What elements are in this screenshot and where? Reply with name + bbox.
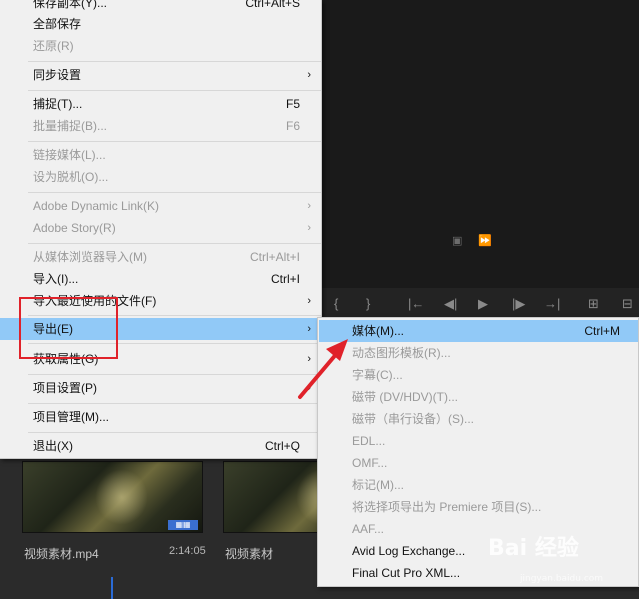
menu-item-project-settings[interactable]: 项目设置(P) › [0, 377, 321, 399]
menu-item-sync-settings[interactable]: 同步设置 › [0, 64, 321, 86]
submenu-item-label: 磁带（串行设备）(S)... [352, 412, 474, 426]
menu-item-adobe-story[interactable]: Adobe Story(R) › [0, 217, 321, 239]
menu-item-save-copy[interactable]: 保存副本(Y)... Ctrl+Alt+S [0, 0, 321, 14]
chevron-right-icon: › [307, 69, 311, 81]
submenu-item-label: 动态图形模板(R)... [352, 346, 451, 360]
submenu-item-shortcut: Ctrl+M [584, 324, 620, 338]
menu-item-shortcut: Ctrl+Alt+I [249, 250, 300, 264]
menu-separator [28, 403, 321, 404]
mark-out-icon[interactable]: } [366, 296, 370, 311]
submenu-item-label: 媒体(M)... [352, 324, 404, 338]
submenu-item-media[interactable]: 媒体(M)... Ctrl+M [319, 320, 638, 342]
go-to-in-icon[interactable]: |← [408, 296, 424, 311]
submenu-item-captions[interactable]: 字幕(C)... [319, 364, 638, 386]
submenu-item-export-selection-premiere[interactable]: 将选择项导出为 Premiere 项目(S)... [319, 496, 638, 518]
submenu-item-label: 标记(M)... [352, 478, 404, 492]
clip-name-2: 视频素材 [225, 547, 274, 561]
monitor-settings-icon[interactable]: ▣ [452, 234, 462, 247]
go-to-out-icon[interactable]: →| [544, 296, 560, 311]
menu-item-label: 退出(X) [33, 439, 73, 453]
export-submenu: 媒体(M)... Ctrl+M 动态图形模板(R)... 字幕(C)... 磁带… [317, 317, 639, 587]
chevron-right-icon: › [307, 295, 311, 307]
chevron-right-icon: › [307, 353, 311, 365]
menu-separator [28, 374, 321, 375]
playhead-line [111, 577, 113, 599]
submenu-item-edl[interactable]: EDL... [319, 430, 638, 452]
menu-item-import[interactable]: 导入(I)... Ctrl+I [0, 268, 321, 290]
file-menu: 保存副本(Y)... Ctrl+Alt+S 全部保存 还原(R) 同步设置 › … [0, 0, 322, 459]
baidu-watermark-logo: Bai 经验 [488, 536, 579, 561]
baidu-watermark-url: jingyan.baidu.com [520, 574, 604, 584]
menu-item-label: 导入(I)... [33, 272, 79, 286]
menu-item-label: 链接媒体(L)... [33, 148, 106, 162]
menu-item-label: 项目设置(P) [33, 381, 97, 395]
submenu-item-label: OMF... [352, 456, 388, 470]
clip-duration-1: 2:14:05 [169, 545, 206, 557]
menu-item-label: Adobe Dynamic Link(K) [33, 199, 160, 213]
menu-item-exit[interactable]: 退出(X) Ctrl+Q [0, 435, 321, 457]
menu-item-label: 还原(R) [33, 39, 74, 53]
menu-item-import-media-browser[interactable]: 从媒体浏览器导入(M) Ctrl+Alt+I [0, 246, 321, 268]
menu-item-label: 设为脱机(O)... [33, 170, 109, 184]
menu-separator [28, 243, 321, 244]
menu-separator [28, 90, 321, 91]
menu-item-save-all[interactable]: 全部保存 [0, 13, 321, 35]
submenu-item-aaf[interactable]: AAF... [319, 518, 638, 540]
chevron-right-icon: › [307, 382, 311, 394]
submenu-item-label: 磁带 (DV/HDV)(T)... [352, 390, 458, 404]
menu-item-label: 同步设置 [33, 68, 82, 82]
clip-name-1: 视频素材.mp4 [24, 547, 99, 561]
menu-item-shortcut: F6 [285, 119, 300, 133]
menu-item-link-media[interactable]: 链接媒体(L)... [0, 144, 321, 166]
menu-separator [28, 141, 321, 142]
menu-separator [28, 432, 321, 433]
program-monitor [322, 0, 639, 318]
menu-separator [28, 61, 321, 62]
submenu-item-avid-log-exchange[interactable]: Avid Log Exchange... [319, 540, 638, 562]
clip-thumbnail-1[interactable]: ▦▦ [22, 461, 203, 533]
forward-icon[interactable]: ⏩ [478, 234, 492, 247]
overwrite-icon[interactable]: ⊟ [622, 296, 633, 312]
submenu-item-markers[interactable]: 标记(M)... [319, 474, 638, 496]
menu-item-label: 从媒体浏览器导入(M) [33, 250, 147, 264]
menu-item-label: Adobe Story(R) [33, 221, 116, 235]
submenu-item-label: Final Cut Pro XML... [352, 566, 461, 580]
chevron-right-icon: › [307, 323, 311, 335]
submenu-item-motion-graphics-template[interactable]: 动态图形模板(R)... [319, 342, 638, 364]
menu-item-shortcut: Ctrl+I [270, 272, 300, 286]
submenu-item-tape-dv-hdv[interactable]: 磁带 (DV/HDV)(T)... [319, 386, 638, 408]
menu-item-dynamic-link[interactable]: Adobe Dynamic Link(K) › [0, 195, 321, 217]
submenu-item-label: AAF... [352, 522, 385, 536]
menu-item-label: 保存副本(Y)... [33, 0, 107, 10]
menu-item-revert[interactable]: 还原(R) [0, 35, 321, 57]
chevron-right-icon: › [307, 222, 311, 234]
step-forward-icon[interactable]: |▶ [512, 296, 525, 312]
play-icon[interactable]: ▶ [478, 296, 488, 312]
submenu-item-label: 将选择项导出为 Premiere 项目(S)... [352, 500, 542, 514]
submenu-item-label: EDL... [352, 434, 386, 448]
clip-type-icon: ▦▦ [168, 520, 198, 530]
submenu-item-label: 字幕(C)... [352, 368, 403, 382]
step-back-icon[interactable]: ◀| [444, 296, 457, 312]
menu-item-shortcut: Ctrl+Alt+S [245, 0, 300, 10]
mark-in-icon[interactable]: { [334, 296, 338, 311]
annotation-highlight-box [19, 297, 118, 359]
menu-item-capture[interactable]: 捕捉(T)... F5 [0, 93, 321, 115]
menu-item-label: 捕捉(T)... [33, 97, 83, 111]
insert-icon[interactable]: ⊞ [588, 296, 599, 312]
menu-item-make-offline[interactable]: 设为脱机(O)... [0, 166, 321, 188]
menu-item-batch-capture[interactable]: 批量捕捉(B)... F6 [0, 115, 321, 137]
menu-item-project-manager[interactable]: 项目管理(M)... [0, 406, 321, 428]
menu-separator [28, 192, 321, 193]
menu-item-shortcut: F5 [285, 97, 300, 111]
submenu-item-omf[interactable]: OMF... [319, 452, 638, 474]
menu-item-shortcut: Ctrl+Q [264, 439, 300, 453]
menu-item-label: 项目管理(M)... [33, 410, 109, 424]
menu-item-label: 全部保存 [33, 17, 82, 31]
chevron-right-icon: › [307, 200, 311, 212]
submenu-item-tape-serial[interactable]: 磁带（串行设备）(S)... [319, 408, 638, 430]
menu-item-label: 批量捕捉(B)... [33, 119, 107, 133]
submenu-item-label: Avid Log Exchange... [352, 544, 466, 558]
